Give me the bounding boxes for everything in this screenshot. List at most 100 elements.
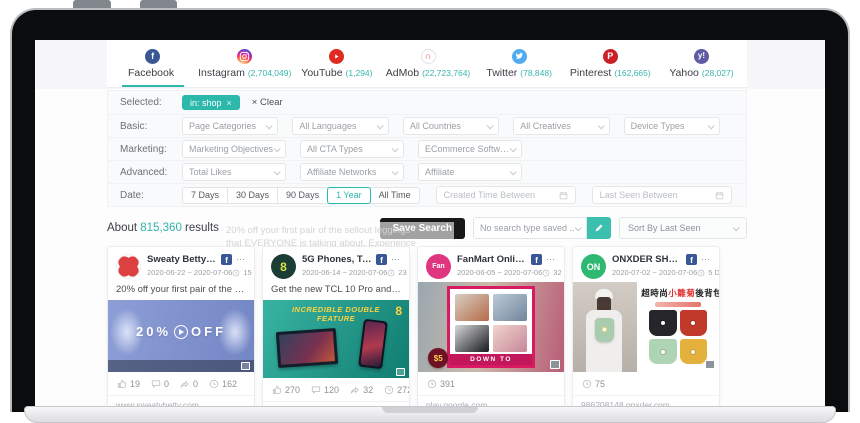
chevron-down-icon [510,168,517,175]
dropdown-ecommerce-softwares[interactable]: ECommerce Softwares [418,140,522,158]
ad-card[interactable]: Fan FanMart Online Shopping - F... f ⋯ 2… [417,246,565,410]
dropdown-device-types[interactable]: Device Types [624,117,720,135]
facebook-icon: f [221,254,232,265]
created-time-between-input[interactable]: Created Time Between [436,186,576,204]
calendar-icon [559,191,568,200]
dropdown-total-likes[interactable]: Total Likes [182,163,286,181]
last-seen-between-input[interactable]: Last Seen Between [592,186,732,204]
selected-filter-text: in: shop [190,98,222,108]
chevron-down-icon [266,122,273,129]
facebook-icon: f [531,254,542,265]
dropdown-all-creatives[interactable]: All Creatives [513,117,609,135]
onxder-logo: ON [581,254,606,279]
shoes-collage: DOWN TO [447,286,535,369]
tab-count: (1,294) [346,68,373,78]
filter-row-selected: Selected: in: shop × × Clear [108,91,746,114]
dropdown-affiliate-networks[interactable]: Affiliate Networks [300,163,404,181]
clock-icon [209,379,219,389]
tab-admob[interactable]: ∩ AdMob(22,723,764) [382,40,473,87]
more-menu-icon[interactable]: ⋯ [391,255,401,264]
date-range-90-days[interactable]: 90 Days [277,187,328,204]
sort-dropdown[interactable]: Sort By Last Seen [619,217,747,239]
filter-label: Basic: [120,121,182,132]
filter-row-basic: Basic: Page Categories All Languages All… [108,114,746,137]
filter-label: Marketing: [120,144,182,155]
more-menu-icon[interactable]: ⋯ [546,255,556,264]
laptop-mockup: f Facebook Instagram(2,704,049) YouTube(… [0,0,860,423]
app-screen: f Facebook Instagram(2,704,049) YouTube(… [35,40,825,410]
facebook-icon: f [686,254,697,265]
ad-card[interactable]: ON ONXDER SHOP f ⋯ 2020-07-02 ~ 2020-07-… [572,246,720,410]
tab-pinterest[interactable]: P Pinterest(162,665) [565,40,656,87]
ad-creative[interactable]: 超時尚小雛菊後背包 [573,282,719,372]
days-active: 23 Days [398,268,410,277]
pencil-icon [594,223,604,233]
date-range-1-year[interactable]: 1 Year [327,187,371,204]
chevron-down-icon [392,168,399,175]
expand-icon[interactable] [396,368,405,376]
tab-count: (162,665) [614,68,650,78]
expand-icon[interactable] [705,360,715,369]
price-badge: $5 [428,348,448,368]
days-active: 5 Days [708,268,720,277]
clock-icon [384,385,394,395]
dropdown-affiliate[interactable]: Affiliate [418,163,522,181]
tab-label: Instagram [198,67,245,79]
clock-icon [387,269,395,277]
tab-instagram[interactable]: Instagram(2,704,049) [198,40,291,87]
expand-icon[interactable] [241,362,250,370]
tab-facebook[interactable]: f Facebook [107,40,198,87]
page-name: FanMart Online Shopping - F... [457,254,527,265]
product-panel: 超時尚小雛菊後背包 [637,282,719,372]
creative-title: INCREDIBLE DOUBLE FEATURE [263,305,409,324]
dropdown-all-languages[interactable]: All Languages [292,117,388,135]
filter-row-advanced: Advanced: Total Likes Affiliate Networks… [108,160,746,183]
remove-tag-icon[interactable]: × [227,98,232,108]
ad-creative[interactable]: 20% OFF [108,300,254,372]
dropdown-page-categories[interactable]: Page Categories [182,117,278,135]
ad-card[interactable]: Sweaty Betty London | Wom... f ⋯ 2020-06… [107,246,255,410]
results-count-text: About 815,360 results [107,222,219,234]
selected-filter-tag[interactable]: in: shop × [182,95,240,110]
filter-panel: Selected: in: shop × × Clear Basic: Page … [107,90,747,207]
dropdown-all-countries[interactable]: All Countries [403,117,499,135]
edit-saved-search-button[interactable] [587,217,611,239]
chevron-down-icon [597,122,604,129]
ad-creative[interactable]: DOWN TO $5 [418,282,564,372]
dropdown-all-cta-types[interactable]: All CTA Types [300,140,404,158]
stats-row: 270 120 32 272 [263,378,409,400]
youtube-icon [329,49,344,64]
date-range-all-time[interactable]: All Time [370,187,420,204]
chevron-down-icon [376,122,383,129]
tab-count: (78,848) [520,68,552,78]
flower-logo [116,254,141,279]
clear-filters-button[interactable]: × Clear [252,97,283,108]
ad-card[interactable]: 8 5G Phones, Tablets & SIMs | ... f ⋯ 20… [262,246,410,410]
dropdown-marketing-objectives[interactable]: Marketing Objectives [182,140,286,158]
ad-creative[interactable]: INCREDIBLE DOUBLE FEATURE 8 [263,300,409,378]
date-range-30-days[interactable]: 30 Days [227,187,278,204]
ee-badge: 8 [395,304,402,318]
tab-twitter[interactable]: Twitter(78,848) [474,40,565,87]
filter-row-date: Date: 7 Days 30 Days 90 Days 1 Year All … [108,183,746,206]
page-name: 5G Phones, Tablets & SIMs | ... [302,254,372,265]
more-menu-icon[interactable]: ⋯ [701,255,711,264]
creative-overlay-text: 20% OFF [108,324,254,339]
more-menu-icon[interactable]: ⋯ [236,255,246,264]
date-range-7-days[interactable]: 7 Days [182,187,228,204]
like-icon [117,379,127,389]
facebook-icon: f [145,49,160,64]
network-tabs-bar: f Facebook Instagram(2,704,049) YouTube(… [107,40,747,88]
expand-icon[interactable] [550,360,560,369]
saved-search-dropdown[interactable]: No search type saved .. [473,217,587,239]
date-range: 2020-06-22 ~ 2020-07-06 [147,268,232,277]
stats-row: 75 [573,372,719,394]
play-icon[interactable] [174,325,188,339]
instagram-icon [237,49,252,64]
tab-youtube[interactable]: YouTube(1,294) [291,40,382,87]
clock-icon [582,379,592,389]
filter-label: Selected: [120,97,182,108]
card-header: ON ONXDER SHOP f ⋯ 2020-07-02 ~ 2020-07-… [573,247,719,282]
tab-label: Yahoo [669,67,699,79]
tab-yahoo[interactable]: y! Yahoo(28,027) [656,40,747,87]
